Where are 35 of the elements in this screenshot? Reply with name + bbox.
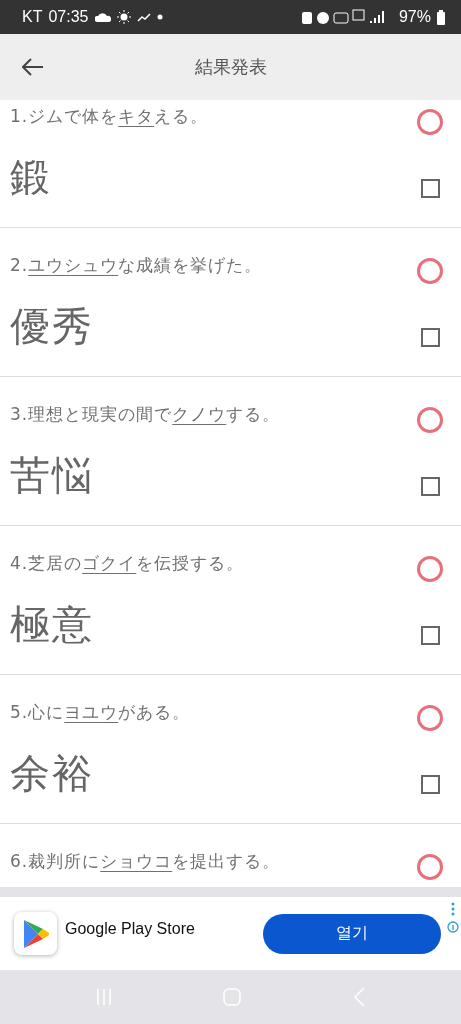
answer-text: 余裕 xyxy=(10,749,95,798)
battery-icon xyxy=(437,9,445,25)
question-sentence: 5.心に ヨユウ がある。 xyxy=(10,701,191,724)
correct-circle-icon xyxy=(416,108,444,136)
correct-circle-icon xyxy=(416,406,444,434)
carrier-text: KT xyxy=(22,8,43,26)
trend-icon xyxy=(136,12,151,22)
battery-percent-text: 97% xyxy=(398,8,431,26)
correct-circle-icon xyxy=(416,257,444,285)
open-button[interactable]: 열기 xyxy=(263,913,441,954)
correct-circle-icon xyxy=(416,555,444,583)
question-sentence: 2.ユウシュウ な成績を挙げた。 xyxy=(10,254,263,277)
sun-icon xyxy=(116,10,131,24)
question-sentence: 6.裁判所に ショウコ を提出する。 xyxy=(10,850,281,873)
cloud-icon xyxy=(94,12,111,22)
ad-app-name: Google Play Store xyxy=(65,919,196,938)
question-sentence: 1.ジムで体を キタ える。 xyxy=(10,105,209,128)
play-store-logo-icon xyxy=(14,912,57,955)
question-sentence: 4.芝居の ゴクイ を伝授する。 xyxy=(10,552,245,575)
checkbox[interactable] xyxy=(420,477,440,496)
correct-circle-icon xyxy=(416,704,444,732)
answer-text: 極意 xyxy=(10,600,95,649)
correct-circle-icon xyxy=(416,853,444,881)
screen-title: 結果発表 xyxy=(194,55,267,79)
question-sentence: 3.理想と現実の間でクノウする。 xyxy=(10,403,281,426)
answer-text: 鍛 xyxy=(10,153,53,202)
answer-text: 優秀 xyxy=(10,302,95,351)
checkbox[interactable] xyxy=(420,328,440,347)
clock-text: 07:35 xyxy=(48,8,89,26)
ad-info-icon[interactable] xyxy=(447,901,459,935)
dot-icon xyxy=(156,14,163,20)
checkbox[interactable] xyxy=(420,179,440,198)
checkbox[interactable] xyxy=(420,775,440,794)
answer-text: 苦悩 xyxy=(10,451,95,500)
checkbox[interactable] xyxy=(420,626,440,645)
